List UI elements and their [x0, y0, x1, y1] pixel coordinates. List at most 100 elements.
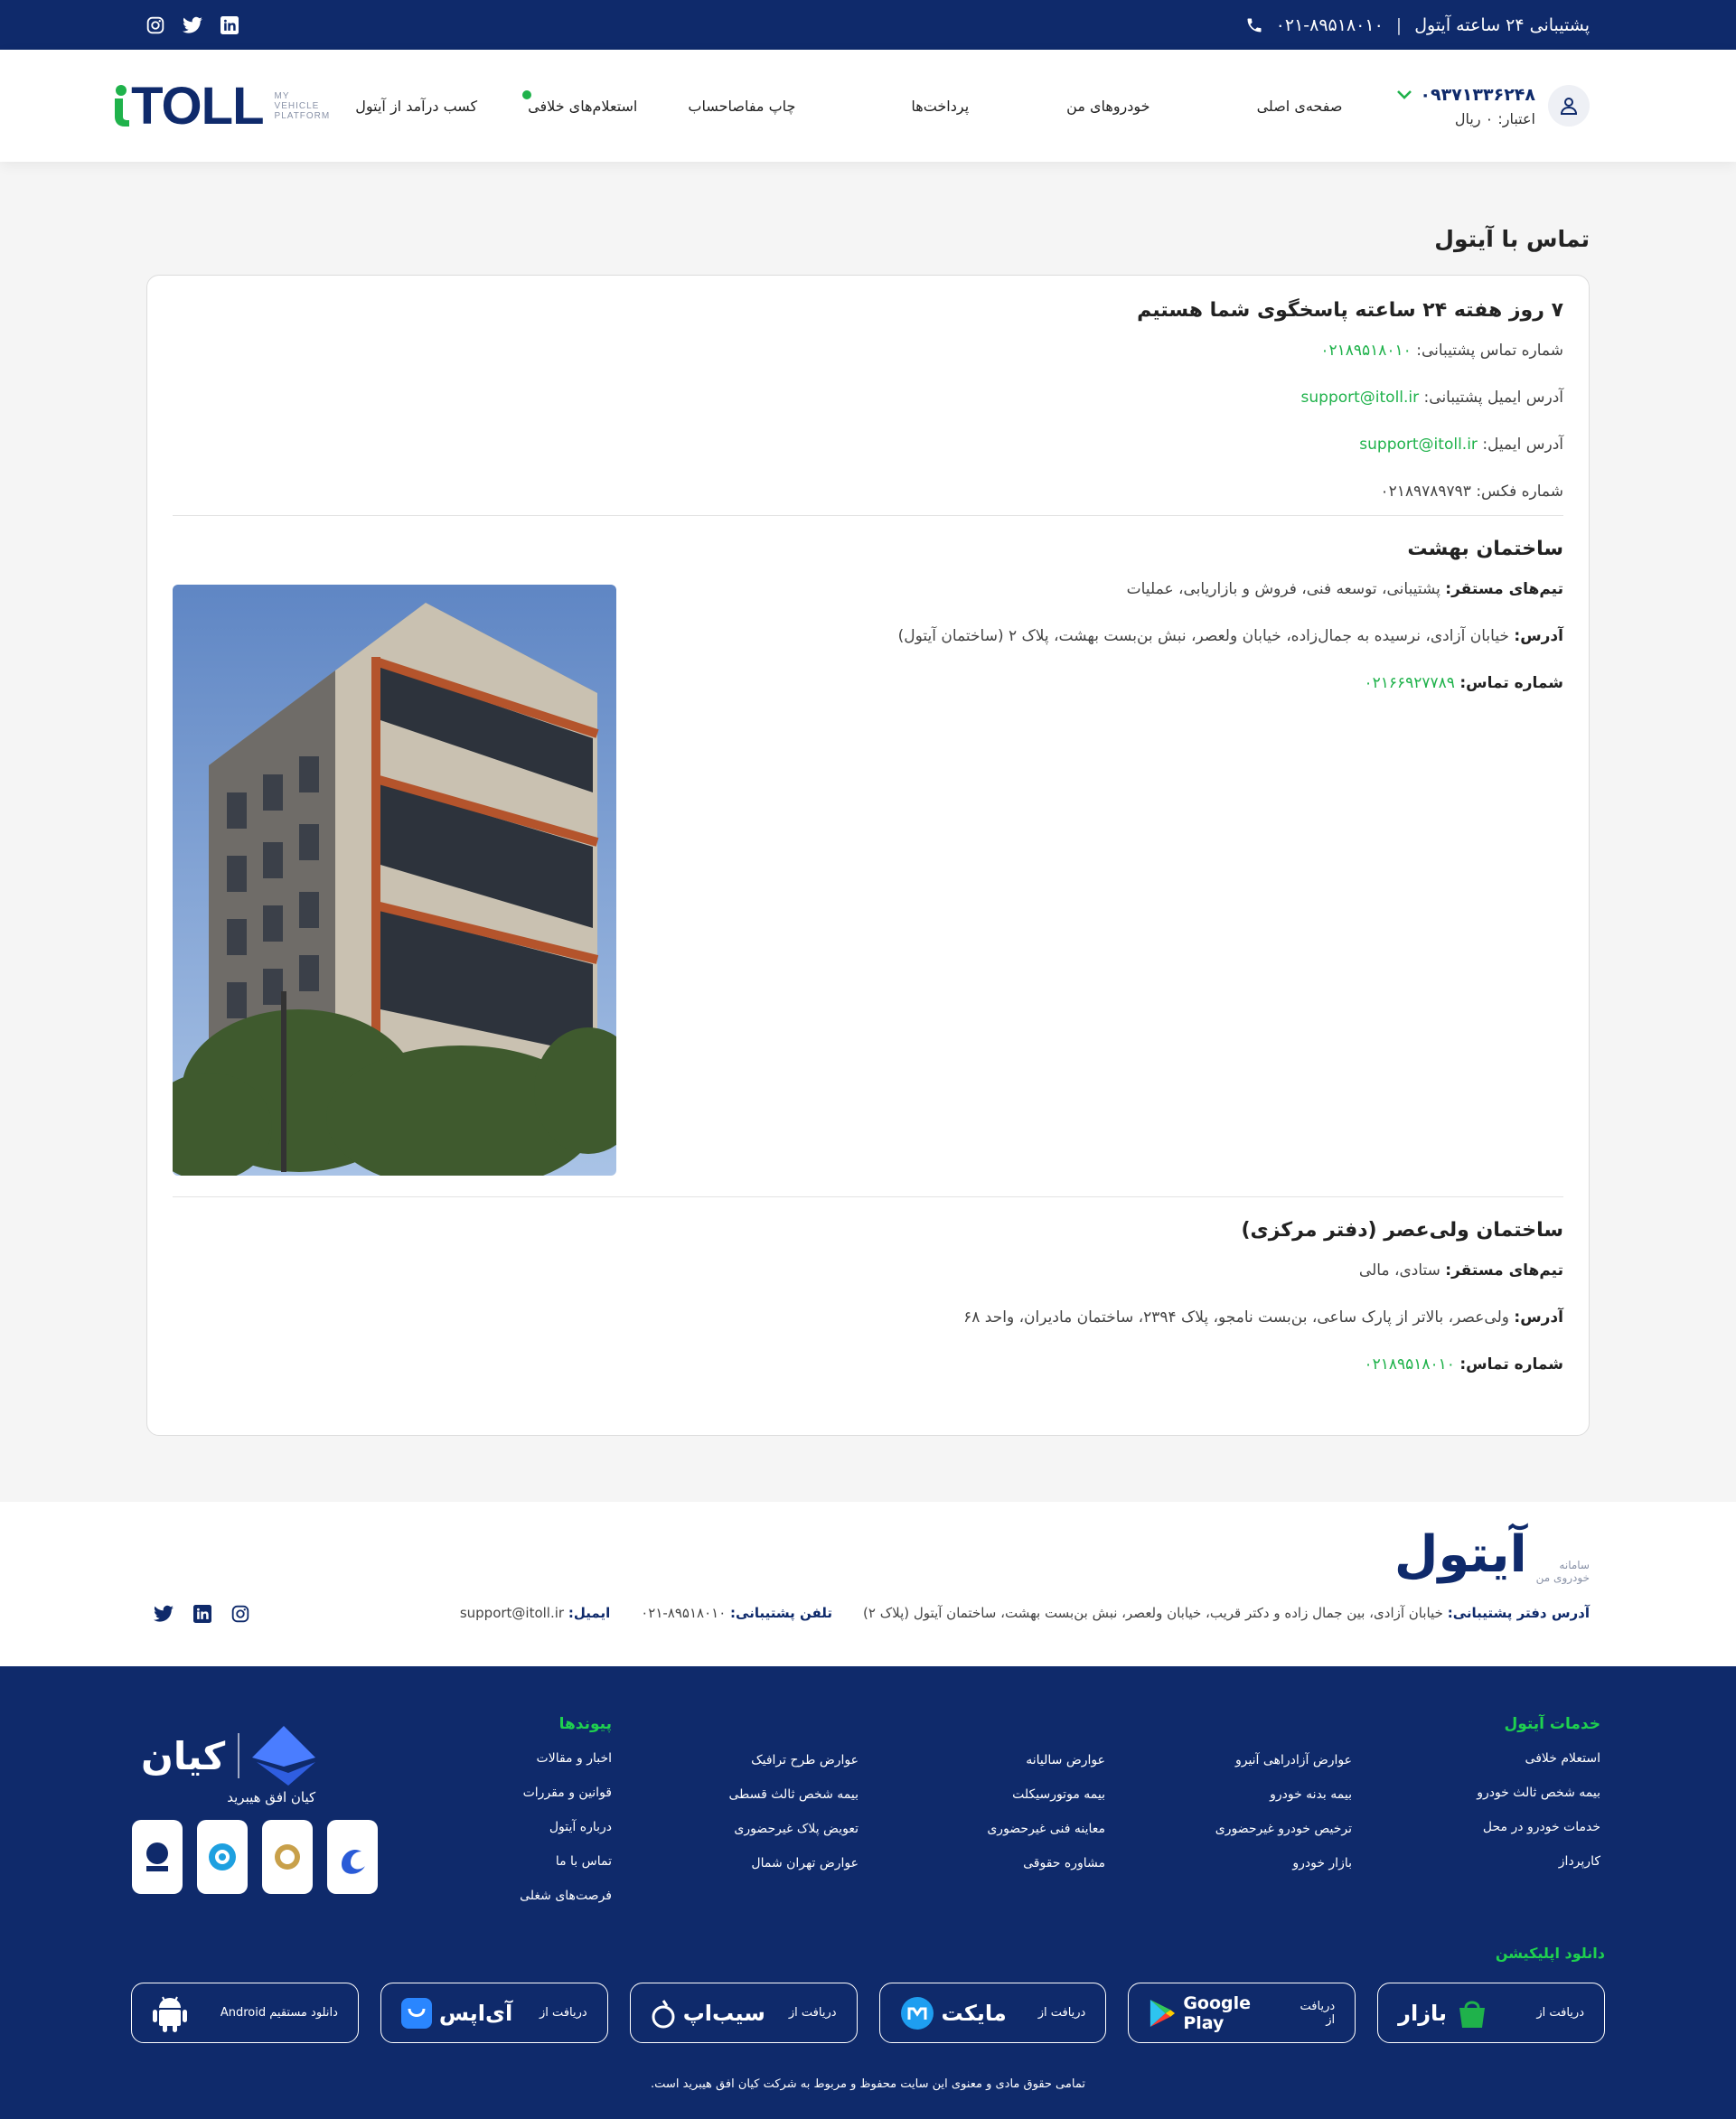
support-phone-link[interactable]: ۰۲۱۸۹۵۱۸۰۱۰	[1320, 342, 1411, 360]
footer-link[interactable]: تماس با ما	[520, 1854, 612, 1869]
footer-link[interactable]: فرصت‌های شغلی	[520, 1889, 612, 1903]
footer-link[interactable]: خدمات خودرو در محل	[1477, 1820, 1600, 1834]
android-direct-button[interactable]: دانلود مستقیم Android	[131, 1983, 359, 2043]
logo-tagline-1: MY	[274, 90, 290, 101]
store-brand-label: مایکت	[941, 2000, 1007, 2026]
google-play-button[interactable]: دریافت از Google Play	[1128, 1983, 1356, 2043]
logo-tagline-2: VEHICLE	[274, 100, 320, 111]
itoll-logo[interactable]: MY VEHICLE PLATFORM TOLL	[111, 76, 330, 136]
footer-link[interactable]: معاینه فنی غیرحضوری	[987, 1822, 1105, 1836]
footer-phone[interactable]: ۰۲۱-۸۹۵۱۸۰۱۰	[641, 1605, 726, 1621]
sibapp-button[interactable]: دریافت از سیب‌اپ	[629, 1983, 858, 2043]
kian-name: کیان	[141, 1733, 226, 1778]
bazaar-button[interactable]: دریافت از بازار	[1377, 1983, 1605, 2043]
footer-link[interactable]: بیمه موتورسیکلت	[987, 1787, 1105, 1802]
trust-badges	[132, 1820, 378, 1894]
support-info: پشتیبانی ۲۴ ساعته آیتول | ۰۲۱-۸۹۵۱۸۰۱۰	[1245, 15, 1590, 35]
app-stores: دریافت از بازار دریافت از Google Play در…	[131, 1983, 1605, 2043]
services-title: خدمات آیتول	[1504, 1715, 1600, 1733]
hamyad-badge[interactable]	[132, 1820, 183, 1894]
nav-home[interactable]: صفحه‌ی اصلی	[1176, 98, 1343, 115]
store-brand: Google Play	[1149, 1993, 1290, 2033]
kian-mark-icon	[252, 1726, 316, 1786]
chevron-down-icon[interactable]	[1396, 89, 1412, 100]
support-email-label: آدرس ایمیل پشتیبانی:	[1423, 389, 1563, 407]
email-label: آدرس ایمیل:	[1482, 436, 1563, 454]
valiasr-phone-link[interactable]: ۰۲۱۸۹۵۱۸۰۱۰	[1364, 1355, 1454, 1374]
footer-link[interactable]: عوارض آزادراهی آنیرو	[1215, 1753, 1352, 1767]
footer-link[interactable]: عوارض تهران شمال	[729, 1856, 859, 1871]
twitter-icon[interactable]	[154, 1605, 174, 1623]
footer-link[interactable]: عوارض سالیانه	[987, 1753, 1105, 1767]
nav-violations-label: استعلام‌های خلافی	[528, 97, 638, 115]
kian-divider	[238, 1733, 240, 1778]
samandehi-badge[interactable]	[262, 1820, 313, 1894]
valiasr-teams-label: تیم‌های مستقر:	[1445, 1261, 1563, 1280]
logo-text: TOLL	[131, 76, 264, 136]
user-info: ۰۹۳۷۱۳۳۶۲۴۸ اعتبار: ۰ ریال	[1396, 85, 1535, 127]
footer-link[interactable]: بیمه شخص ثالث خودرو	[1477, 1786, 1600, 1800]
footer-social-links	[154, 1605, 249, 1623]
footer-link[interactable]: مشاوره حقوقی	[987, 1856, 1105, 1871]
store-from-label: دریافت از	[788, 2006, 837, 2020]
email-link[interactable]: support@itoll.ir	[1359, 436, 1478, 454]
instagram-icon[interactable]	[146, 16, 164, 34]
links-title: پیوندها	[558, 1715, 612, 1733]
footer-link[interactable]: بازار خودرو	[1215, 1856, 1352, 1871]
user-menu[interactable]: ۰۹۳۷۱۳۳۶۲۴۸ اعتبار: ۰ ریال	[1396, 85, 1590, 127]
footer-link[interactable]: اخبار و مقالات	[520, 1751, 612, 1766]
footer-email-item: ایمیل: support@itoll.ir	[460, 1605, 610, 1621]
support-email-link[interactable]: support@itoll.ir	[1301, 389, 1420, 407]
enamad-badge[interactable]	[327, 1820, 378, 1894]
store-from-label: دریافت از	[1037, 2006, 1086, 2020]
footer-link[interactable]: کارپرداز	[1477, 1854, 1600, 1869]
copyright: تمامی حقوق مادی و معنوی این سایت محفوظ و…	[651, 2077, 1085, 2091]
logo-wordmark: TOLL	[111, 76, 265, 136]
footer-email[interactable]: support@itoll.ir	[460, 1605, 564, 1621]
store-from-label: دریافت از	[1300, 1999, 1336, 2027]
behesht-teams: پشتیبانی، توسعه فنی، فروش و بازاریابی، ع…	[1126, 580, 1440, 598]
kian-name-row: کیان	[141, 1726, 316, 1786]
footer: خدمات آیتول استعلام خلافی بیمه شخص ثالث …	[0, 1666, 1736, 2119]
support-phone[interactable]: ۰۲۱-۸۹۵۱۸۰۱۰	[1276, 15, 1384, 35]
footer-link[interactable]: قوانین و مقررات	[520, 1786, 612, 1800]
footer-logo[interactable]: سامانه خودروی من آیتول	[1394, 1525, 1590, 1584]
user-phone: ۰۹۳۷۱۳۳۶۲۴۸	[1420, 84, 1535, 105]
logo-tagline: MY VEHICLE PLATFORM	[275, 91, 331, 121]
nav-clearance-print[interactable]: چاپ مفاصاحساب	[662, 98, 821, 115]
store-brand: سیب‌اپ	[651, 1997, 765, 2030]
footer-link[interactable]: بیمه شخص ثالث قسطی	[729, 1787, 859, 1802]
user-phone-row[interactable]: ۰۹۳۷۱۳۳۶۲۴۸	[1396, 85, 1535, 105]
store-brand-label: آی‌اپس	[438, 2000, 513, 2026]
footer-link[interactable]: بیمه بدنه خودرو	[1215, 1787, 1352, 1802]
user-icon[interactable]	[1548, 85, 1590, 127]
kian-logo[interactable]: کیان کیان افق هیبرید	[141, 1726, 316, 1805]
footer-logo-caption-1: سامانه	[1559, 1559, 1590, 1571]
myket-button[interactable]: دریافت از مایکت	[878, 1983, 1107, 2043]
instagram-icon[interactable]	[231, 1605, 249, 1623]
footer-link[interactable]: ترخیص خودرو غیرحضوری	[1215, 1822, 1352, 1836]
footer-link[interactable]: درباره آیتول	[520, 1820, 612, 1834]
fax-number: ۰۲۱۸۹۷۸۹۷۹۳	[1380, 483, 1471, 501]
footer-logo-text: آیتول	[1394, 1525, 1527, 1584]
behesht-phone-link[interactable]: ۰۲۱۶۶۹۲۷۷۸۹	[1364, 674, 1454, 692]
behesht-address-label: آدرس:	[1514, 627, 1563, 645]
footer-phone-label: تلفن پشتیبانی:	[730, 1605, 833, 1621]
nav-my-vehicles[interactable]: خودروهای من	[994, 98, 1175, 115]
behesht-address: خیابان آزادی، نرسیده به جمال‌زاده، خیابا…	[897, 627, 1509, 645]
nav-violations[interactable]: استعلام‌های خلافی	[502, 89, 662, 115]
iapps-button[interactable]: دریافت از آی‌اپس	[380, 1983, 608, 2043]
store-brand-label: بازار	[1398, 2000, 1448, 2026]
footer-link[interactable]: استعلام خلافی	[1477, 1751, 1600, 1766]
twitter-icon[interactable]	[183, 16, 202, 34]
services-col-2: عوارض آزادراهی آنیرو بیمه بدنه خودرو ترخ…	[1215, 1753, 1352, 1890]
footer-link[interactable]: تعویض پلاک غیرحضوری	[729, 1822, 859, 1836]
linkedin-icon[interactable]	[193, 1605, 211, 1623]
linkedin-icon[interactable]	[221, 15, 239, 34]
nav-earn-income[interactable]: کسب درآمد از آیتول	[330, 98, 502, 115]
nav-payments[interactable]: پرداخت‌ها	[821, 98, 994, 115]
ecunion-badge[interactable]	[197, 1820, 248, 1894]
new-dot	[522, 89, 532, 99]
store-brand-label: سیب‌اپ	[682, 2000, 765, 2026]
footer-link[interactable]: عوارض طرح ترافیک	[729, 1753, 859, 1767]
